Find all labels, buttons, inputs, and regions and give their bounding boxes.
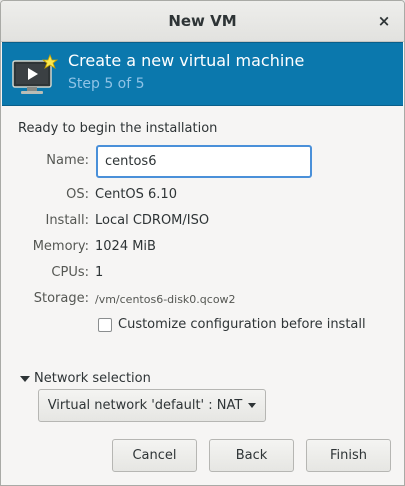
customize-checkbox[interactable] <box>98 317 112 332</box>
memory-value: 1024 MiB <box>95 239 156 254</box>
memory-label: Memory: <box>32 239 89 254</box>
ready-label: Ready to begin the installation <box>18 121 218 136</box>
new-vm-icon <box>12 53 59 94</box>
storage-value: /vm/centos6-disk0.qcow2 <box>95 293 236 306</box>
new-vm-dialog: New VM × Create a new virtual machine St… <box>0 0 405 486</box>
wizard-title: Create a new virtual machine <box>68 51 305 70</box>
cancel-button[interactable]: Cancel <box>112 439 197 472</box>
name-label: Name: <box>46 153 89 168</box>
network-source-dropdown[interactable]: Virtual network 'default' : NAT <box>38 389 266 422</box>
install-value: Local CDROM/ISO <box>95 213 210 228</box>
back-button[interactable]: Back <box>209 439 294 472</box>
expander-arrow-icon[interactable] <box>20 375 30 382</box>
window-title: New VM <box>168 12 237 30</box>
network-selection-label[interactable]: Network selection <box>34 371 151 386</box>
finish-button[interactable]: Finish <box>306 439 391 472</box>
title-bar[interactable]: New VM × <box>1 1 404 42</box>
customize-checkbox-row[interactable]: Customize configuration before install <box>98 317 366 332</box>
os-label: OS: <box>66 187 89 202</box>
os-value: CentOS 6.10 <box>95 187 177 202</box>
wizard-header: Create a new virtual machine Step 5 of 5 <box>2 42 403 106</box>
install-label: Install: <box>45 213 89 228</box>
close-icon[interactable]: × <box>374 11 394 31</box>
cpus-label: CPUs: <box>51 265 89 280</box>
chevron-down-icon <box>248 403 257 408</box>
network-selection-expander[interactable]: Network selection <box>20 371 151 386</box>
cpus-value: 1 <box>95 265 104 280</box>
wizard-step: Step 5 of 5 <box>68 76 145 92</box>
network-source-value: Virtual network 'default' : NAT <box>47 398 243 413</box>
storage-label: Storage: <box>33 291 89 306</box>
name-input[interactable] <box>96 145 312 178</box>
customize-checkbox-label[interactable]: Customize configuration before install <box>118 317 366 332</box>
